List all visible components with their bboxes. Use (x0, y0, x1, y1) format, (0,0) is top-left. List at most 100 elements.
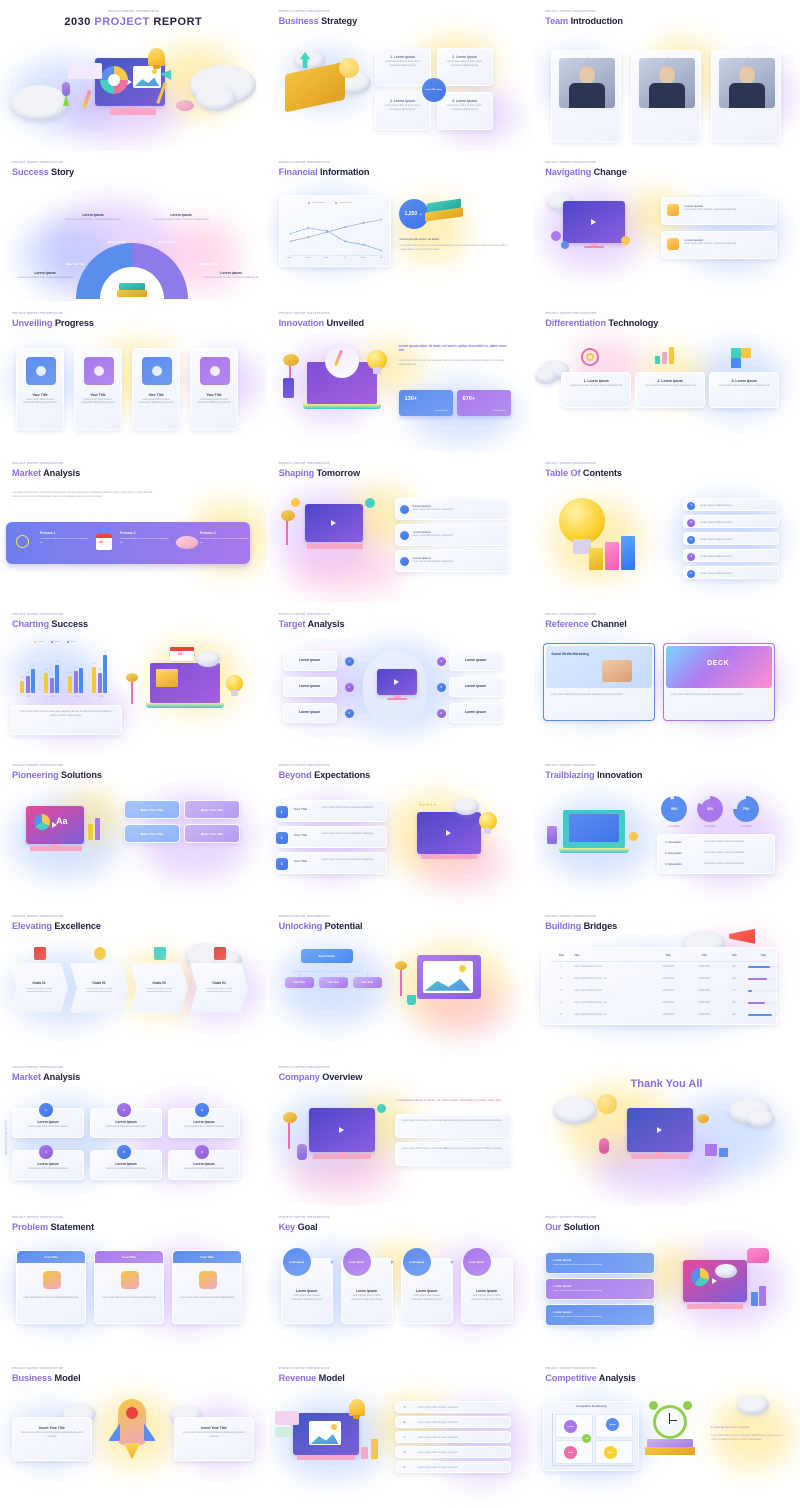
center-hub[interactable]: Insert Title Here (421, 78, 446, 102)
slide-title-accent: Pioneering (12, 769, 61, 780)
overview-card-1[interactable]: Lorem ipsum dolor sit amet, consectetur … (394, 1113, 511, 1138)
team-card[interactable]: Lorem IpsumLorem ipsum dolor sit amet, c… (551, 50, 622, 142)
stat-pill[interactable]: 670+ Lorem Ipsum (456, 389, 511, 416)
list-row-card[interactable]: Lorem Ipsum Lorem ipsum dolor sit amet co… (394, 498, 509, 521)
six-card[interactable]: 4 Lorem Ipsum Lorem ipsum dolor sit amet c… (12, 1144, 84, 1180)
slide-body: Lorem IpsumLorem ipsum dolor sit amet, c… (533, 30, 800, 151)
slide-title-accent: Beyond (278, 769, 315, 780)
numbered-card[interactable]: 3. Lorem Ipsum Lorem ipsum dolor sit amet… (709, 371, 780, 408)
target-right-card[interactable]: Lorem ipsum (448, 677, 503, 698)
problem-card[interactable]: Your Title Lorem ipsum dolor sit amet con… (94, 1250, 164, 1325)
six-card[interactable]: 2 Lorem Ipsum Lorem ipsum dolor sit amet c… (90, 1102, 162, 1138)
goal-chevron-card[interactable]: Goals 03 Lorem ipsum dolor sit amet conse… (130, 962, 188, 1013)
target-node[interactable]: 5 (436, 683, 446, 693)
target-left-card[interactable]: Lorem ipsum (282, 677, 337, 698)
target-right-card[interactable]: Lorem ipsum (448, 651, 503, 672)
reference-card-1[interactable]: Social Media Marketing Lorem ipsum dolor … (543, 643, 656, 722)
grid-card[interactable]: Make Your Title (124, 823, 180, 843)
revenue-row[interactable]: D Lorem ipsum dolor sit amet, vel omnis (394, 1446, 511, 1459)
slide-title-accent: Market (12, 1071, 44, 1082)
slide-title-accent: Differentiation (545, 317, 609, 328)
revenue-row[interactable]: B Lorem ipsum dolor sit amet, vel omnis (394, 1416, 511, 1429)
matrix-x-axis (552, 1465, 635, 1466)
target-node[interactable]: 3 (344, 709, 354, 719)
six-card[interactable]: 3 Lorem Ipsum Lorem ipsum dolor sit amet c… (168, 1102, 240, 1138)
grid-card[interactable]: Make Your Title (124, 799, 180, 819)
goal-chevron-card[interactable]: Goals 04 Lorem ipsum dolor sit amet conse… (190, 962, 248, 1013)
bizmodel-card-left[interactable]: Insert Your Title Lorem ipsum dolor sit a… (12, 1417, 92, 1462)
reference-card-2[interactable]: DECK Lorem ipsum dolor sit amet consectet… (663, 643, 776, 722)
slide-eyebrow: Project Report Presentation (278, 613, 330, 617)
target-left-card[interactable]: Lorem ipsum (282, 703, 337, 724)
grid-card[interactable]: Make Your Title (184, 823, 240, 843)
six-card[interactable]: 1 Lorem Ipsum Lorem ipsum dolor sit amet c… (12, 1102, 84, 1138)
keygoal-circle[interactable]: Lorem Ipsum (282, 1248, 311, 1277)
problem-card[interactable]: Your Title Lorem ipsum dolor sit amet con… (172, 1250, 242, 1325)
flow-leaf-node[interactable]: Your Text (284, 976, 314, 988)
team-card[interactable]: Lorem IpsumLorem ipsum dolor sit amet, c… (631, 50, 702, 142)
toc-item[interactable]: 4 Lorem ipsum dolor sit amet (683, 549, 780, 563)
solution-row[interactable]: Lorem Ipsum Lorem ipsum dolor sit amet co… (545, 1278, 656, 1301)
keyboard (631, 1153, 690, 1159)
quadrant-card[interactable]: 1. Lorem Ipsum Lorem ipsum dolor sit amet… (374, 48, 431, 86)
table-cell: Plus (731, 965, 737, 968)
toc-item[interactable]: 5 Lorem ipsum dolor sit amet (683, 566, 780, 580)
target-right-card[interactable]: Lorem ipsum (448, 703, 503, 724)
flow-root-node[interactable]: Cash Flows (300, 948, 353, 963)
toc-item[interactable]: 1 Lorem ipsum dolor sit amet (683, 498, 780, 512)
numlist-row[interactable]: 2 Your Title Lorem ipsum dolor sit amet co… (275, 825, 387, 848)
goal-chevron-card[interactable]: Goals 01 Lorem ipsum dolor sit amet conse… (10, 962, 68, 1013)
keygoal-circle[interactable]: Lorem Ipsum (342, 1248, 371, 1277)
list-row-card[interactable]: Lorem Ipsum Lorem ipsum dolor sit amet co… (394, 524, 509, 547)
feature-card[interactable]: Your Title Lorem ipsum dolor sit amet con… (74, 347, 122, 430)
target-node[interactable]: 1 (344, 657, 354, 667)
quadrant-card[interactable]: 2. Lorem Ipsum Lorem ipsum dolor sit amet… (436, 48, 493, 86)
flow-leaf-node[interactable]: Your Text (352, 976, 382, 988)
glow-blob (286, 547, 407, 593)
keygoal-circle[interactable]: Lorem Ipsum (402, 1248, 431, 1277)
feature-card[interactable]: Your Title Lorem ipsum dolor sit amet con… (132, 347, 180, 430)
numlist-row[interactable]: 1 Your Title Lorem ipsum dolor sit amet co… (275, 799, 387, 822)
overview-card-2[interactable]: Lorem ipsum dolor sit amet, consectetur … (394, 1141, 511, 1166)
target-node[interactable]: 6 (436, 709, 446, 719)
info-card[interactable]: Lorem Ipsum Lorem ipsum dolor sit amet, c… (661, 196, 778, 225)
bizmodel-card-right[interactable]: Insert Your Title Lorem ipsum dolor sit a… (174, 1417, 254, 1462)
grid-card[interactable]: Make Your Title (184, 799, 240, 819)
revenue-row[interactable]: C Lorem ipsum dolor sit amet, vel omnis (394, 1431, 511, 1444)
numlist-row[interactable]: 3 Your Title Lorem ipsum dolor sit amet co… (275, 851, 387, 874)
keygoal-circle[interactable]: Lorem Ipsum (462, 1248, 491, 1277)
quadrant-card[interactable]: 3. Lorem Ipsum Lorem ipsum dolor sit amet… (374, 92, 431, 130)
solution-row[interactable]: Lorem Ipsum Lorem ipsum dolor sit amet co… (545, 1304, 656, 1327)
toc-item[interactable]: 2 Lorem ipsum dolor sit amet (683, 515, 780, 529)
target-node[interactable]: 2 (344, 683, 354, 693)
toc-item[interactable]: 3 Lorem ipsum dolor sit amet (683, 532, 780, 546)
x-axis-tick: Sit (343, 256, 347, 259)
numbered-card-title: 2. Lorem Ipsum (657, 378, 683, 383)
revenue-row[interactable]: A Lorem ipsum dolor sit amet, vel omnis (394, 1401, 511, 1414)
revenue-row[interactable]: E Lorem ipsum dolor sit amet, vel omnis (394, 1461, 511, 1474)
row-bullet-icon (399, 505, 409, 515)
target-node[interactable]: 4 (436, 657, 446, 667)
solution-row[interactable]: Lorem Ipsum Lorem ipsum dolor sit amet co… (545, 1252, 656, 1275)
six-card[interactable]: 6 Lorem Ipsum Lorem ipsum dolor sit amet c… (168, 1144, 240, 1180)
target-left-card[interactable]: Lorem ipsum (282, 651, 337, 672)
feature-card[interactable]: Your Title Lorem ipsum dolor sit amet con… (16, 347, 64, 430)
feature-card[interactable]: Your Title Lorem ipsum dolor sit amet con… (190, 347, 238, 430)
flow-leaf-node[interactable]: Your Text (318, 976, 348, 988)
list-row-card[interactable]: Lorem Ipsum Lorem ipsum dolor sit amet co… (394, 550, 509, 573)
info-card[interactable]: Lorem Ipsum Lorem ipsum dolor sit amet, c… (661, 230, 778, 259)
slide-7: Project Report Presentation Unveiling Pro… (0, 301, 267, 453)
stat-pill[interactable]: 130+ Lorem Ipsum (398, 389, 453, 416)
quadrant-card[interactable]: 4. Lorem Ipsum Lorem ipsum dolor sit amet… (436, 92, 493, 130)
callout-body: Lorem ipsum dolor sit amet, consectetur … (203, 276, 259, 279)
numbered-card[interactable]: 1. Lorem Ipsum Lorem ipsum dolor sit amet… (561, 371, 632, 408)
keyboard (296, 1455, 355, 1461)
lamp-head (280, 510, 295, 522)
legend-item: Ipsum (50, 641, 60, 644)
goal-chevron-card[interactable]: Goals 02 Lorem ipsum dolor sit amet conse… (70, 962, 128, 1013)
problem-card[interactable]: Your Title Lorem ipsum dolor sit amet con… (16, 1250, 86, 1325)
team-card[interactable]: Lorem IpsumLorem ipsum dolor sit amet, c… (711, 50, 782, 142)
six-card[interactable]: 5 Lorem Ipsum Lorem ipsum dolor sit amet c… (90, 1144, 162, 1180)
slide-title: Company Overview (279, 1072, 522, 1082)
numbered-card[interactable]: 2. Lorem Ipsum Lorem ipsum dolor sit amet… (635, 371, 706, 408)
